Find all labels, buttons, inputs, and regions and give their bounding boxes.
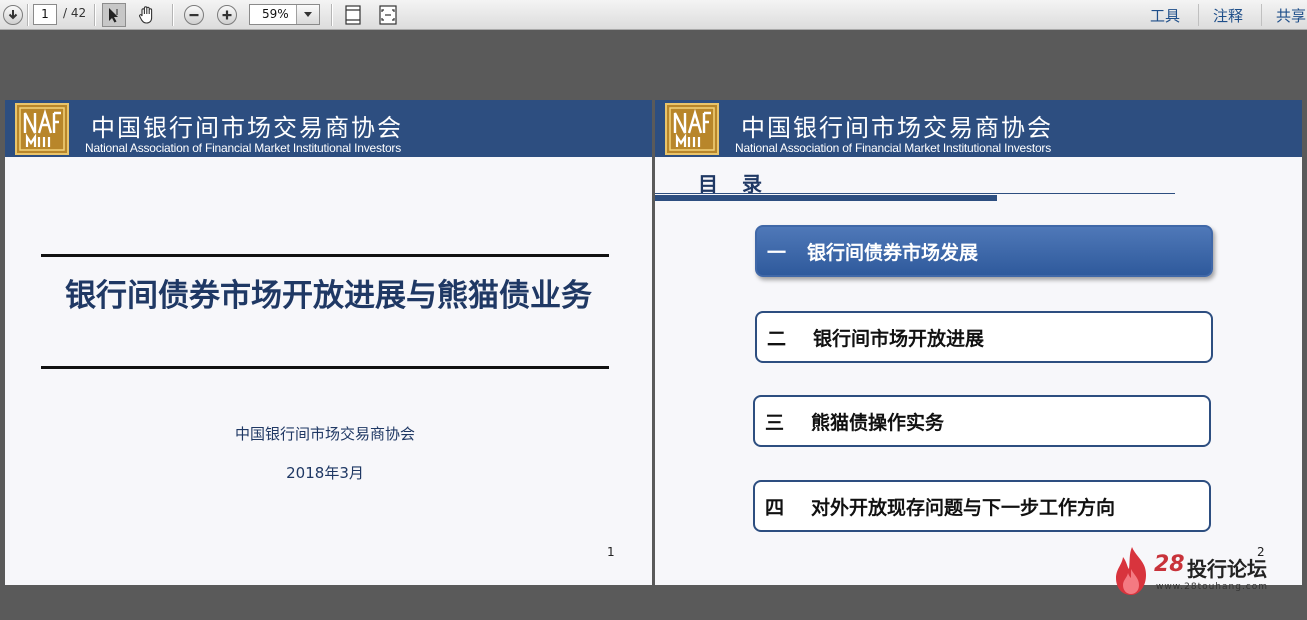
toolbar-separator — [1261, 4, 1262, 26]
zoom-out-icon — [184, 5, 204, 25]
toolbar-separator — [27, 4, 29, 26]
watermark-url: www.28touhang.com — [1156, 582, 1269, 592]
fit-width-icon — [379, 5, 397, 25]
fit-page-icon — [345, 5, 361, 25]
toc-item-2[interactable]: 二 银行间市场开放进展 — [755, 311, 1213, 363]
page-total: / 42 — [63, 6, 87, 20]
toc-divider-bar — [655, 195, 997, 201]
zoom-select[interactable]: 59% — [249, 4, 320, 25]
chevron-down-icon — [304, 12, 312, 17]
header-org-cn: 中国银行间市场交易商协会 — [741, 114, 1053, 142]
zoom-out-button[interactable] — [184, 0, 204, 30]
toc-item-label: 熊猫债操作实务 — [811, 411, 945, 434]
select-arrow-icon — [102, 3, 126, 27]
title-rule-bottom — [41, 366, 609, 369]
header-org-en: National Association of Financial Market… — [85, 141, 402, 155]
select-tool-button[interactable] — [102, 0, 126, 30]
hand-icon — [138, 6, 153, 24]
toc-divider — [655, 193, 1175, 194]
download-button[interactable] — [3, 0, 23, 30]
toc-item-label: 银行间债券市场发展 — [807, 241, 979, 264]
presenter-org: 中国银行间市场交易商协会 — [234, 425, 415, 443]
slide-page-2: 中国银行间市场交易商协会 National Association of Fin… — [655, 100, 1302, 585]
watermark-brand: 投行论坛 — [1187, 557, 1267, 581]
zoom-in-icon — [217, 5, 237, 25]
fit-page-button[interactable] — [343, 0, 363, 30]
slide-header: 中国银行间市场交易商协会 National Association of Fin… — [5, 100, 652, 157]
header-org-cn: 中国银行间市场交易商协会 — [91, 114, 403, 142]
zoom-in-button[interactable] — [217, 0, 237, 30]
nafmii-logo — [665, 103, 719, 155]
slide-header: 中国银行间市场交易商协会 National Association of Fin… — [655, 100, 1302, 157]
toc-item-number: 二 — [767, 327, 787, 350]
toc-item-label: 对外开放现存问题与下一步工作方向 — [811, 496, 1116, 519]
toolbar-separator — [331, 4, 333, 26]
download-icon — [3, 5, 23, 25]
share-menu[interactable]: 共享 — [1276, 5, 1306, 26]
flame-icon — [1116, 547, 1146, 595]
hand-tool-button[interactable] — [136, 0, 158, 30]
toc-item-1[interactable]: 一 银行间债券市场发展 — [755, 225, 1213, 277]
nafmii-logo — [15, 103, 69, 155]
toc-item-number: 四 — [765, 496, 785, 519]
toc-item-3[interactable]: 三 熊猫债操作实务 — [753, 395, 1211, 447]
presentation-date: 2018年3月 — [286, 464, 364, 482]
page-number-input[interactable]: 1 — [33, 4, 57, 25]
toolbar-separator — [1198, 4, 1199, 26]
zoom-value: 59% — [262, 7, 289, 21]
tools-menu[interactable]: 工具 — [1150, 5, 1180, 26]
slide-page-number: 1 — [607, 545, 615, 559]
comment-menu[interactable]: 注释 — [1213, 5, 1243, 26]
toc-item-number: 一 — [767, 241, 787, 264]
slide-page-1: 中国银行间市场交易商协会 National Association of Fin… — [5, 100, 652, 585]
title-rule-top — [41, 254, 609, 257]
toolbar-separator — [172, 4, 174, 26]
zoom-dropdown-button[interactable] — [296, 5, 319, 24]
fit-width-button[interactable] — [377, 0, 399, 30]
pdf-toolbar: 1 / 42 59% 工具 注释 共享 — [0, 0, 1307, 30]
header-org-en: National Association of Financial Market… — [735, 141, 1052, 155]
forum-watermark: 28 投行论坛 www.28touhang.com — [1112, 543, 1292, 599]
toc-item-number: 三 — [765, 411, 785, 434]
watermark-number: 28 — [1154, 552, 1185, 577]
toc-item-label: 银行间市场开放进展 — [813, 327, 985, 350]
presentation-title: 银行间债券市场开放进展与熊猫债业务 — [65, 278, 592, 314]
toc-item-4[interactable]: 四 对外开放现存问题与下一步工作方向 — [753, 480, 1211, 532]
toolbar-separator — [94, 4, 96, 26]
